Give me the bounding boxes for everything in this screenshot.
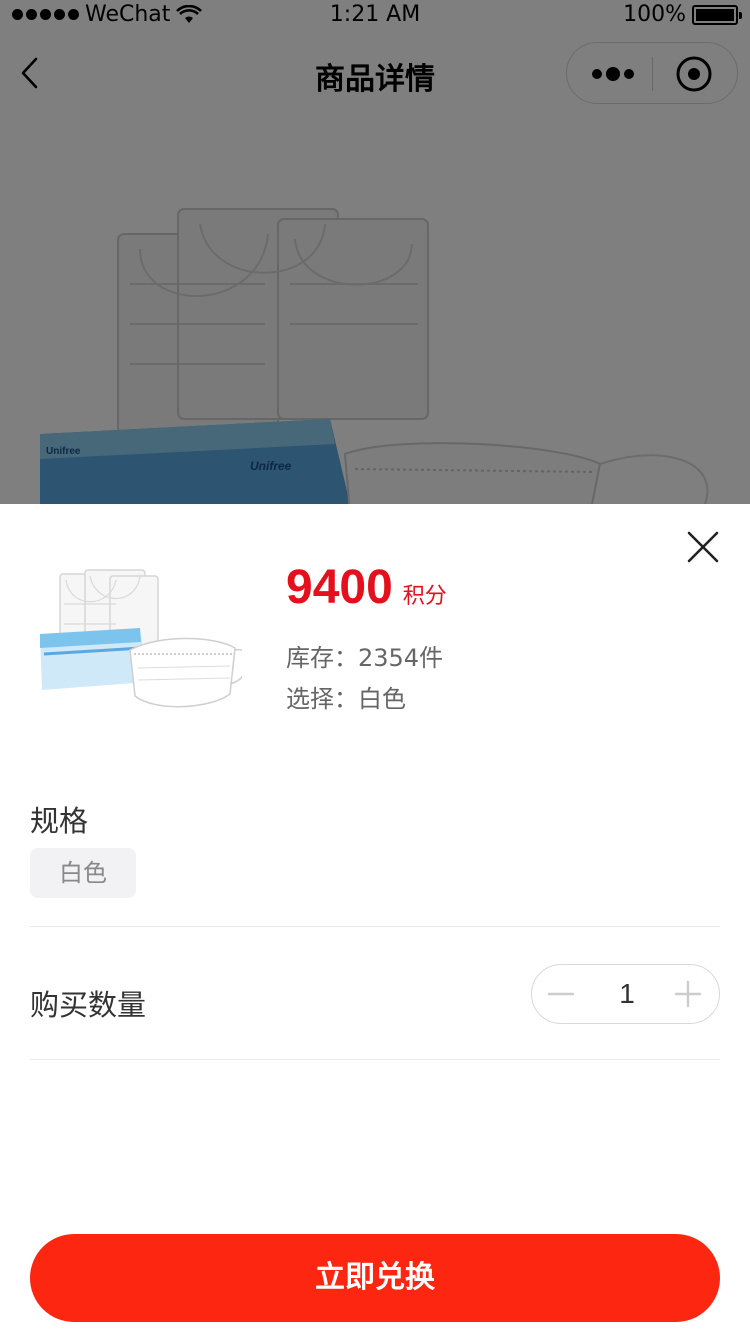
price-unit: 积分 (402, 584, 447, 609)
spec-title: 规格 (30, 804, 89, 838)
product-thumbnail (40, 569, 242, 708)
selected-variant-text: 选择：白色 (286, 685, 406, 713)
quantity-value[interactable]: 1 (592, 978, 662, 1010)
divider (30, 926, 720, 927)
divider (30, 1059, 720, 1060)
sku-selector-sheet: 9400 积分 库存：2354件 选择：白色 规格 白色 购买数量 1 立即兑换 (0, 504, 750, 1334)
minus-icon[interactable] (546, 979, 576, 1009)
spec-option-white[interactable]: 白色 (30, 848, 136, 898)
plus-icon[interactable] (673, 979, 703, 1009)
price-value: 9400 (286, 561, 393, 614)
price-row: 9400 积分 (286, 560, 447, 615)
redeem-now-button[interactable]: 立即兑换 (30, 1234, 720, 1322)
quantity-label: 购买数量 (30, 988, 147, 1022)
stock-text: 库存：2354件 (286, 644, 444, 672)
quantity-stepper: 1 (531, 964, 720, 1024)
close-icon[interactable] (686, 530, 720, 564)
